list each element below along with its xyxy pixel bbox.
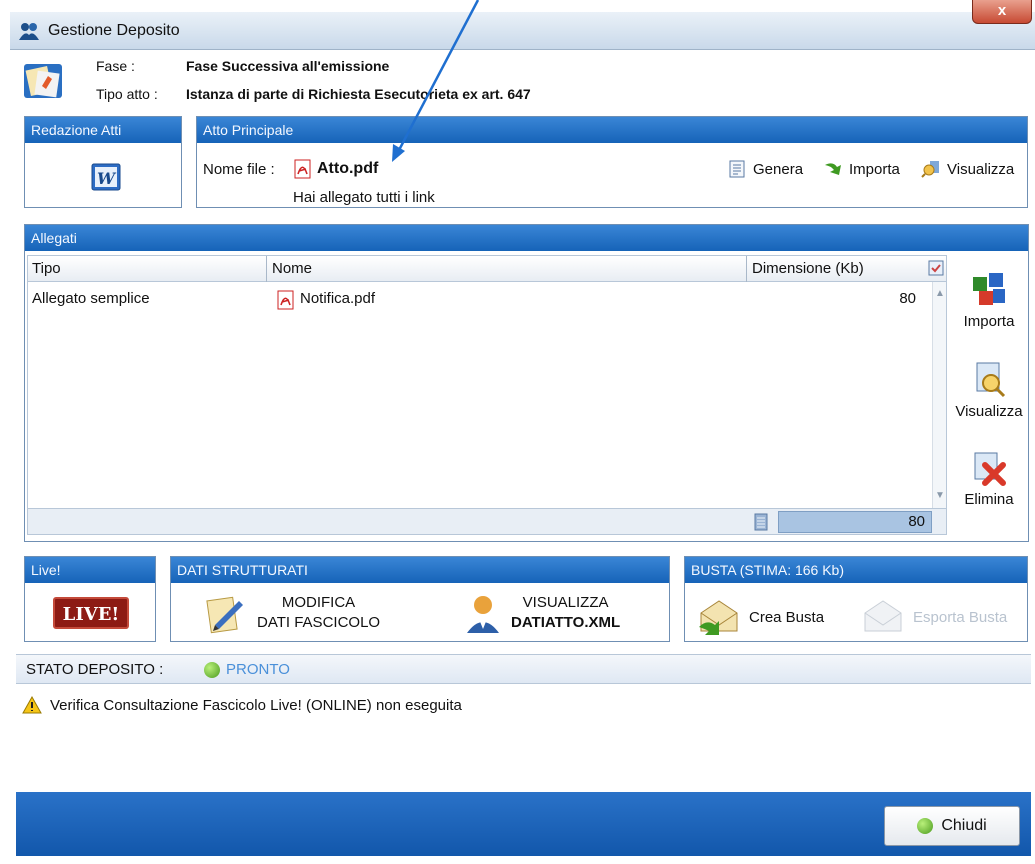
column-chooser-icon[interactable] <box>928 260 944 276</box>
tipo-atto-value: Istanza di parte di Richiesta Esecutorie… <box>186 86 531 102</box>
allegati-panel: Allegati Tipo Nome Dimensione (Kb) Alleg… <box>24 224 1029 542</box>
atto-principale-panel: Atto Principale Nome file : Atto.pdf Hai… <box>196 116 1028 208</box>
esporta-busta-label: Esporta Busta <box>913 608 1008 626</box>
status-ok-icon <box>204 661 220 678</box>
stato-deposito-value: PRONTO <box>204 661 290 678</box>
envelope-icon <box>699 600 738 635</box>
scroll-up-icon[interactable]: ▲ <box>935 288 945 299</box>
nome-file-label: Nome file : <box>203 161 275 178</box>
total-size: 80 <box>778 511 932 533</box>
fase-header: Fase : Fase Successiva all'emissione Tip… <box>14 52 1032 110</box>
column-tipo[interactable]: Tipo <box>32 260 61 277</box>
import-puzzle-icon <box>973 273 1005 305</box>
svg-text:W: W <box>97 169 117 188</box>
tipo-atto-label: Tipo atto : <box>96 86 158 102</box>
importa-label: Importa <box>849 160 900 178</box>
grid-header: Tipo Nome Dimensione (Kb) <box>28 256 946 282</box>
gestione-deposito-window: Gestione Deposito x Fase : Fase Successi… <box>0 0 1035 864</box>
atto-file-link[interactable]: Atto.pdf <box>317 160 378 178</box>
close-button[interactable]: x <box>972 0 1032 24</box>
genera-label: Genera <box>753 160 804 178</box>
genera-button[interactable]: Genera <box>727 159 803 179</box>
word-icon[interactable]: W <box>91 163 121 191</box>
window-title: Gestione Deposito <box>48 22 180 39</box>
grid-footer: 80 <box>28 508 946 534</box>
document-icon <box>729 160 745 178</box>
table-row[interactable]: Allegato semplice Notifica.pdf 80 <box>28 288 946 312</box>
modifica-line2: DATI FASCICOLO <box>257 614 381 631</box>
vertical-scrollbar[interactable]: ▲ ▼ <box>932 282 946 508</box>
stato-text: PRONTO <box>226 661 290 678</box>
allegati-importa-button[interactable]: Importa <box>951 269 1027 330</box>
importa-button[interactable]: Importa <box>823 159 900 179</box>
allegati-visualizza-label: Visualizza <box>955 403 1023 420</box>
crea-busta-button[interactable]: Crea Busta <box>697 597 824 637</box>
scroll-down-icon[interactable]: ▼ <box>935 490 945 501</box>
dati-strutturati-title: DATI STRUTTURATI <box>171 557 669 583</box>
import-arrow-icon <box>825 163 841 175</box>
crea-busta-label: Crea Busta <box>749 608 825 626</box>
log-area: Verifica Consultazione Fascicolo Live! (… <box>16 686 1031 790</box>
live-panel: Live! LIVE! <box>24 556 156 642</box>
modifica-dati-fascicolo-button[interactable]: MODIFICA DATI FASCICOLO <box>257 593 380 633</box>
allegati-elimina-button[interactable]: Elimina <box>951 447 1027 508</box>
log-entry: Verifica Consultazione Fascicolo Live! (… <box>22 696 462 714</box>
dati-strutturati-panel: DATI STRUTTURATI MODIFICA DATI FASCICOLO… <box>170 556 670 642</box>
row-nome: Notifica.pdf <box>300 290 376 307</box>
busta-panel: BUSTA (STIMA: 166 Kb) Crea Busta Esporta… <box>684 556 1028 642</box>
magnifier-icon <box>921 161 939 178</box>
stato-deposito-bar: STATO DEPOSITO : PRONTO <box>16 654 1031 684</box>
allegati-title: Allegati <box>25 225 1028 251</box>
row-tipo: Allegato semplice <box>32 290 150 307</box>
redazione-atti-panel: Redazione Atti W <box>24 116 182 208</box>
visualizza-label: Visualizza <box>947 160 1015 178</box>
allegato-message: Hai allegato tutti i link <box>293 189 435 206</box>
user-icon <box>467 596 499 633</box>
allegati-elimina-label: Elimina <box>964 491 1014 508</box>
column-separator <box>746 256 747 282</box>
row-dimensione: 80 <box>899 290 916 307</box>
stato-deposito-label: STATO DEPOSITO : <box>26 661 164 678</box>
column-dimensione[interactable]: Dimensione (Kb) <box>752 260 864 277</box>
column-separator <box>266 256 267 282</box>
busta-title: BUSTA (STIMA: 166 Kb) <box>685 557 1027 583</box>
chiudi-label: Chiudi <box>941 817 987 834</box>
title-bar: Gestione Deposito <box>10 12 1035 50</box>
live-title: Live! <box>25 557 155 583</box>
allegati-visualizza-button[interactable]: Visualizza <box>951 359 1027 420</box>
atto-principale-title: Atto Principale <box>197 117 1027 143</box>
visualizza-line1: VISUALIZZA <box>522 594 609 611</box>
visualizza-button[interactable]: Visualizza <box>921 159 1014 179</box>
footer-bar: Chiudi <box>16 792 1031 856</box>
fase-label: Fase : <box>96 58 135 74</box>
delete-icon <box>974 452 1006 486</box>
column-nome[interactable]: Nome <box>272 260 312 277</box>
chiudi-button[interactable]: Chiudi <box>884 806 1020 846</box>
edit-document-icon <box>206 596 243 634</box>
pdf-icon <box>277 290 294 310</box>
allegati-grid: Tipo Nome Dimensione (Kb) Allegato sempl… <box>27 255 947 535</box>
pdf-icon <box>294 159 311 179</box>
live-button[interactable]: LIVE! <box>53 597 129 629</box>
export-envelope-icon <box>864 600 902 632</box>
calculator-icon <box>754 513 768 531</box>
warning-icon <box>22 696 42 714</box>
fase-value: Fase Successiva all'emissione <box>186 58 390 74</box>
visualizza-datiatto-button[interactable]: VISUALIZZA DATIATTO.XML <box>511 593 620 633</box>
magnifier-icon <box>976 362 1006 398</box>
modifica-line1: MODIFICA <box>281 594 356 611</box>
allegati-importa-label: Importa <box>963 313 1015 330</box>
redazione-atti-title: Redazione Atti <box>25 117 181 143</box>
app-icon <box>19 23 39 40</box>
documents-icon <box>24 64 62 98</box>
visualizza-line2: DATIATTO.XML <box>511 614 621 631</box>
esporta-busta-button[interactable]: Esporta Busta <box>861 597 1007 637</box>
log-message: Verifica Consultazione Fascicolo Live! (… <box>50 696 462 714</box>
check-icon <box>917 818 934 834</box>
